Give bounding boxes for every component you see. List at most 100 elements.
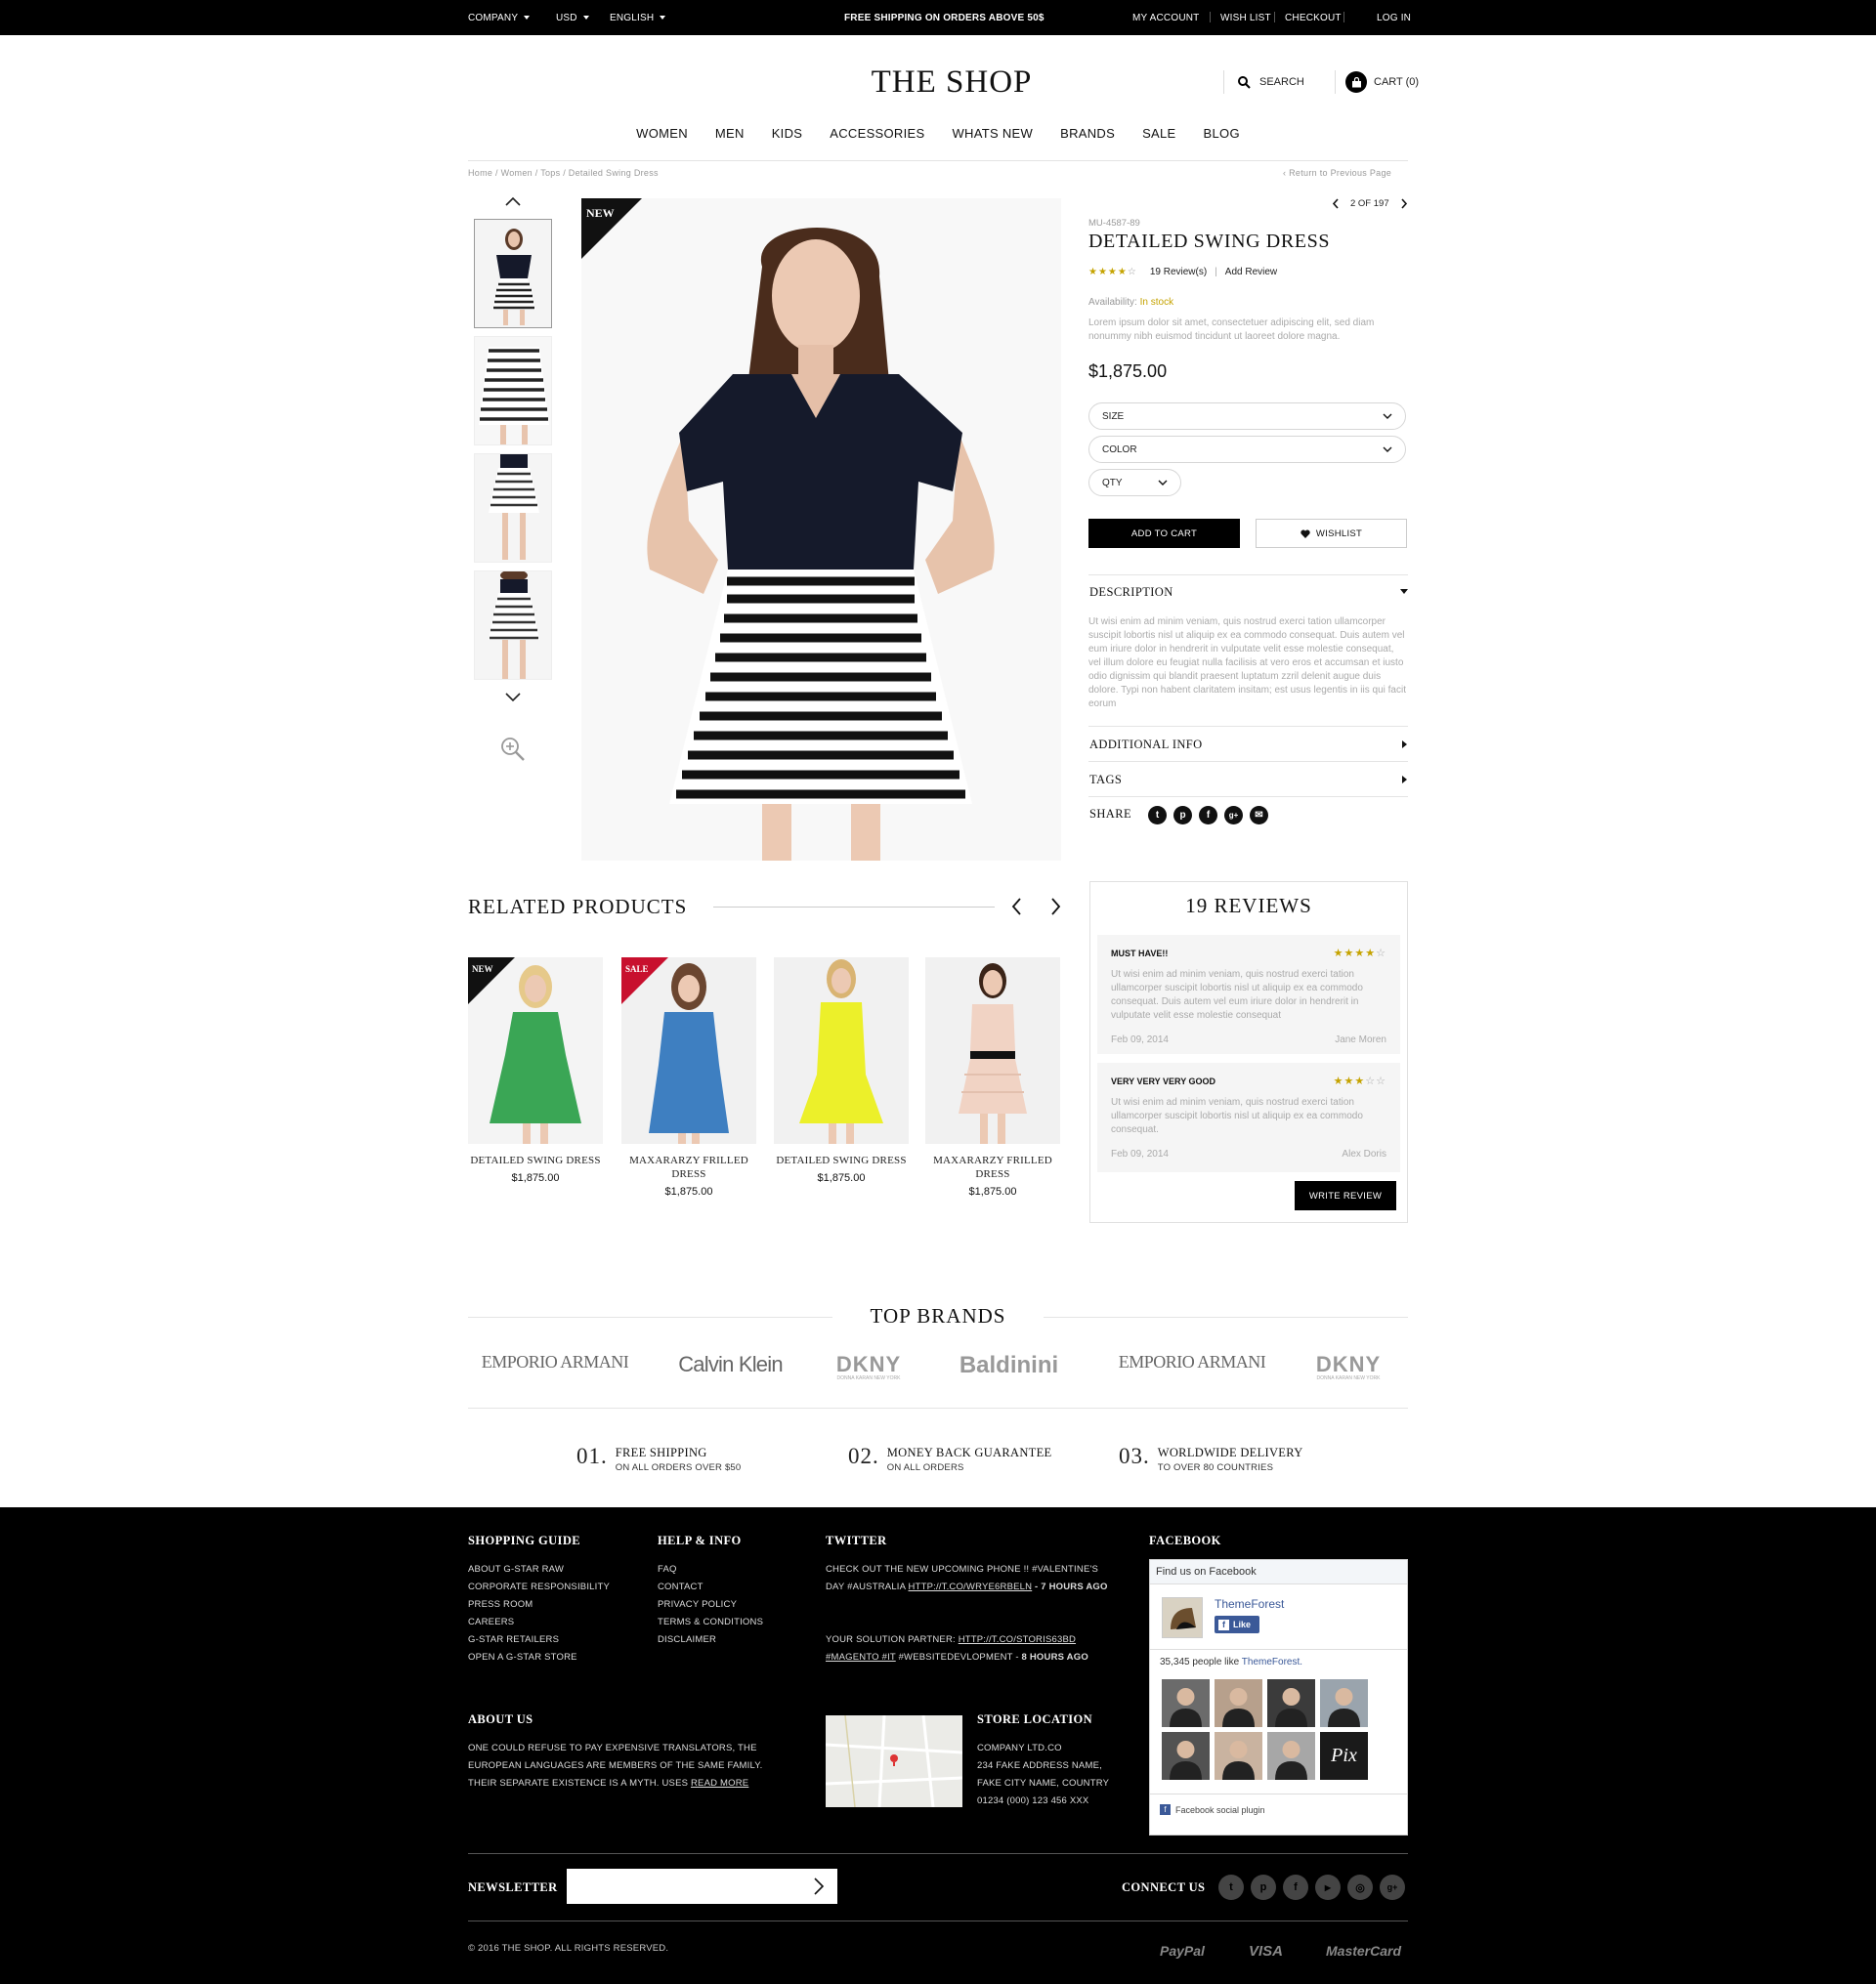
nav-item-men[interactable]: MEN: [702, 126, 758, 141]
return-link[interactable]: ‹ Return to Previous Page: [1283, 168, 1391, 178]
footer-link[interactable]: CONTACT: [658, 1579, 763, 1596]
brand-logo-dkny[interactable]: DKNY DONNA KARAN NEW YORK: [1305, 1352, 1391, 1381]
product-card[interactable]: DETAILED SWING DRESS $1,875.00: [774, 957, 909, 1184]
product-card[interactable]: MAXARARZY FRILLED DRESS $1,875.00: [925, 957, 1060, 1198]
footer-link[interactable]: FAQ: [658, 1561, 763, 1579]
likes-page-link[interactable]: ThemeForest.: [1242, 1657, 1302, 1667]
brand-logo-calvin-klein[interactable]: Calvin Klein: [664, 1352, 796, 1377]
nav-item-kids[interactable]: KIDS: [758, 126, 817, 141]
themeforest-logo[interactable]: [1162, 1597, 1203, 1638]
product-name[interactable]: DETAILED SWING DRESS: [468, 1154, 603, 1167]
wishlist-button[interactable]: WISHLIST: [1256, 519, 1407, 548]
youtube-icon[interactable]: ▶: [1315, 1875, 1341, 1900]
facebook-page-name[interactable]: ThemeForest: [1215, 1597, 1284, 1611]
currency-dropdown[interactable]: USD: [556, 13, 589, 23]
tags-title[interactable]: TAGS: [1089, 773, 1122, 787]
footer-link[interactable]: PRESS ROOM: [468, 1596, 610, 1614]
company-dropdown[interactable]: COMPANY: [468, 13, 531, 23]
chevron-left-icon[interactable]: [1011, 897, 1022, 916]
thumbnail[interactable]: [474, 570, 552, 680]
product-image[interactable]: [925, 957, 1060, 1144]
thumbnail[interactable]: [474, 453, 552, 563]
arrow-right-icon[interactable]: [813, 1877, 825, 1896]
brand-logo-baldinini[interactable]: Baldinini: [948, 1352, 1070, 1379]
brand-logo-armani[interactable]: EMPORIO ARMANI: [1112, 1352, 1272, 1372]
nav-item-sale[interactable]: SALE: [1129, 126, 1189, 141]
facebook-icon[interactable]: f: [1283, 1875, 1308, 1900]
fan-avatar[interactable]: Pix: [1320, 1732, 1368, 1780]
caret-down-icon[interactable]: [1400, 589, 1408, 594]
footer-link[interactable]: PRIVACY POLICY: [658, 1596, 763, 1614]
chevron-up-icon[interactable]: [504, 196, 522, 206]
wish-list-link[interactable]: WISH LIST: [1220, 13, 1271, 23]
search-button[interactable]: SEARCH: [1223, 70, 1304, 94]
nav-item-accessories[interactable]: ACCESSORIES: [816, 126, 938, 141]
product-card[interactable]: SALE MAXARARZY FRILLED DRESS $1,875.00: [621, 957, 756, 1198]
footer-link[interactable]: OPEN A G-STAR STORE: [468, 1649, 610, 1667]
footer-link[interactable]: ABOUT G-STAR RAW: [468, 1561, 610, 1579]
product-name[interactable]: MAXARARZY FRILLED DRESS: [621, 1154, 756, 1181]
login-link[interactable]: LOG IN: [1377, 13, 1411, 23]
newsletter-input[interactable]: [567, 1869, 837, 1904]
breadcrumb[interactable]: Home / Women / Tops / Detailed Swing Dre…: [468, 168, 659, 178]
nav-item-blog[interactable]: BLOG: [1190, 126, 1254, 141]
reviews-count-link[interactable]: 19 Review(s): [1150, 267, 1207, 277]
footer-link[interactable]: CORPORATE RESPONSIBILITY: [468, 1579, 610, 1596]
pinterest-icon[interactable]: p: [1173, 806, 1192, 824]
brand-logo-armani[interactable]: EMPORIO ARMANI: [475, 1352, 635, 1372]
product-image[interactable]: NEW: [468, 957, 603, 1144]
footer-link[interactable]: CAREERS: [468, 1614, 610, 1631]
caret-right-icon[interactable]: [1402, 740, 1407, 748]
tweet-link[interactable]: HTTP://T.CO/STORIS63BD: [959, 1634, 1076, 1645]
color-select[interactable]: COLOR: [1088, 436, 1406, 463]
fan-avatar[interactable]: [1267, 1732, 1315, 1780]
tweet-link[interactable]: HTTP://T.CO/WRYE6RBELN: [909, 1582, 1033, 1592]
my-account-link[interactable]: MY ACCOUNT: [1132, 13, 1200, 23]
language-dropdown[interactable]: ENGLISH: [610, 13, 666, 23]
product-name[interactable]: MAXARARZY FRILLED DRESS: [925, 1154, 1060, 1181]
thumbnail[interactable]: [474, 336, 552, 445]
next-product-icon[interactable]: [1400, 198, 1408, 209]
store-map[interactable]: [826, 1715, 962, 1807]
twitter-icon[interactable]: t: [1218, 1875, 1244, 1900]
facebook-like-button[interactable]: f Like: [1215, 1616, 1259, 1633]
size-select[interactable]: SIZE: [1088, 402, 1406, 430]
fan-avatar[interactable]: [1267, 1679, 1315, 1727]
prev-product-icon[interactable]: [1332, 198, 1340, 209]
site-logo[interactable]: THE SHOP: [869, 64, 1035, 101]
fan-avatar[interactable]: [1320, 1679, 1368, 1727]
pinterest-icon[interactable]: p: [1251, 1875, 1276, 1900]
add-to-cart-button[interactable]: ADD TO CART: [1088, 519, 1240, 548]
add-review-link[interactable]: Add Review: [1225, 267, 1277, 277]
fan-avatar[interactable]: [1162, 1679, 1210, 1727]
chevron-right-icon[interactable]: [1050, 897, 1061, 916]
fan-avatar[interactable]: [1162, 1732, 1210, 1780]
tweet-hashtags[interactable]: #MAGENTO #IT: [826, 1652, 896, 1663]
nav-item-women[interactable]: WOMEN: [622, 126, 702, 141]
chevron-down-icon[interactable]: [504, 693, 522, 702]
google-plus-icon[interactable]: g+: [1224, 806, 1243, 824]
main-product-image[interactable]: NEW: [581, 198, 1061, 861]
cart-button[interactable]: CART (0): [1335, 70, 1419, 94]
instagram-icon[interactable]: ◎: [1347, 1875, 1373, 1900]
product-image[interactable]: SALE: [621, 957, 756, 1144]
checkout-link[interactable]: CHECKOUT: [1285, 13, 1342, 23]
footer-link[interactable]: TERMS & CONDITIONS: [658, 1614, 763, 1631]
footer-link[interactable]: DISCLAIMER: [658, 1631, 763, 1649]
description-title[interactable]: DESCRIPTION: [1089, 585, 1173, 600]
zoom-in-icon[interactable]: [500, 737, 526, 762]
product-card[interactable]: NEW DETAILED SWING DRESS $1,875.00: [468, 957, 603, 1184]
thumbnail[interactable]: [474, 219, 552, 328]
email-icon[interactable]: ✉: [1250, 806, 1268, 824]
twitter-icon[interactable]: t: [1148, 806, 1167, 824]
read-more-link[interactable]: READ MORE: [691, 1778, 748, 1789]
nav-item-whats-new[interactable]: WHATS NEW: [938, 126, 1046, 141]
footer-link[interactable]: G-STAR RETAILERS: [468, 1631, 610, 1649]
product-name[interactable]: DETAILED SWING DRESS: [774, 1154, 909, 1167]
brand-logo-dkny[interactable]: DKNY DONNA KARAN NEW YORK: [826, 1352, 912, 1381]
caret-right-icon[interactable]: [1402, 776, 1407, 783]
additional-info-title[interactable]: ADDITIONAL INFO: [1089, 738, 1203, 752]
nav-item-brands[interactable]: BRANDS: [1046, 126, 1129, 141]
fan-avatar[interactable]: [1215, 1732, 1262, 1780]
write-review-button[interactable]: WRITE REVIEW: [1295, 1181, 1396, 1210]
